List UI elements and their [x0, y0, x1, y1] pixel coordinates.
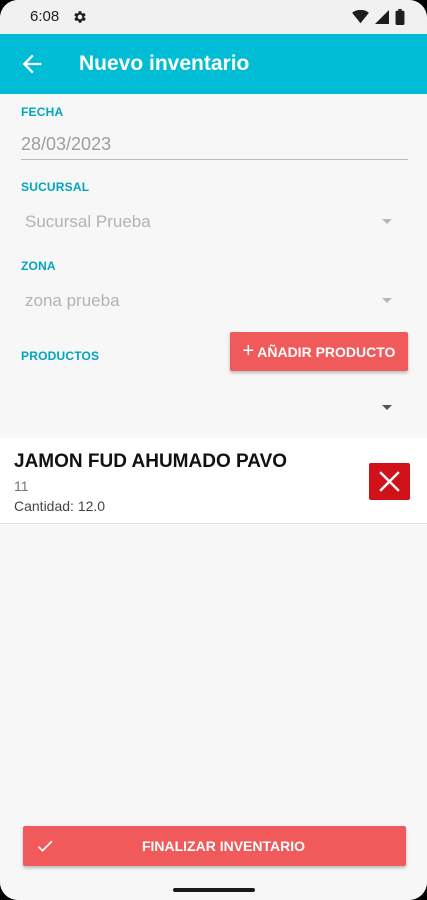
date-label: FECHA: [21, 105, 64, 119]
app-bar: Nuevo inventario: [0, 34, 427, 94]
status-time: 6:08: [30, 8, 60, 25]
date-field[interactable]: [21, 130, 408, 160]
product-list-item: JAMON FUD AHUMADO PAVO 11 Cantidad: 12.0: [0, 438, 427, 524]
product-code: 11: [14, 478, 29, 494]
battery-icon: [395, 9, 405, 25]
finish-inventory-label: FINALIZAR INVENTARIO: [141, 838, 306, 854]
signal-icon: [375, 10, 389, 24]
status-bar: 6:08: [0, 0, 427, 34]
page-title: Nuevo inventario: [79, 52, 250, 75]
plus-icon: +: [242, 339, 255, 362]
gesture-handle[interactable]: [173, 888, 255, 892]
screen: 6:08 Nuevo inventario FECHA SUCURSAL Suc…: [0, 0, 427, 900]
branch-select-value: Sucursal Prueba: [25, 212, 151, 231]
add-product-button[interactable]: + AÑADIR PRODUCTO: [230, 332, 408, 371]
zone-select[interactable]: zona prueba: [21, 284, 408, 318]
back-arrow-icon[interactable]: [18, 50, 46, 78]
settings-icon: [74, 11, 86, 23]
status-icons: [352, 9, 405, 25]
dropdown-arrow-icon: [382, 219, 392, 224]
wifi-icon: [352, 10, 369, 24]
add-product-label: AÑADIR PRODUCTO: [257, 343, 396, 360]
zone-label: ZONA: [21, 259, 56, 273]
finish-inventory-button[interactable]: FINALIZAR INVENTARIO: [23, 826, 406, 866]
dropdown-arrow-icon: [382, 298, 392, 303]
branch-select[interactable]: Sucursal Prueba: [21, 205, 408, 239]
delete-product-button[interactable]: [369, 463, 410, 500]
branch-label: SUCURSAL: [21, 180, 90, 194]
product-name: JAMON FUD AHUMADO PAVO: [14, 451, 288, 472]
close-icon: [379, 471, 400, 492]
products-label: PRODUCTOS: [21, 349, 100, 363]
product-quantity: Cantidad: 12.0: [14, 498, 106, 514]
product-select[interactable]: [21, 391, 408, 425]
dropdown-arrow-icon: [382, 405, 392, 410]
zone-select-value: zona prueba: [25, 291, 120, 310]
